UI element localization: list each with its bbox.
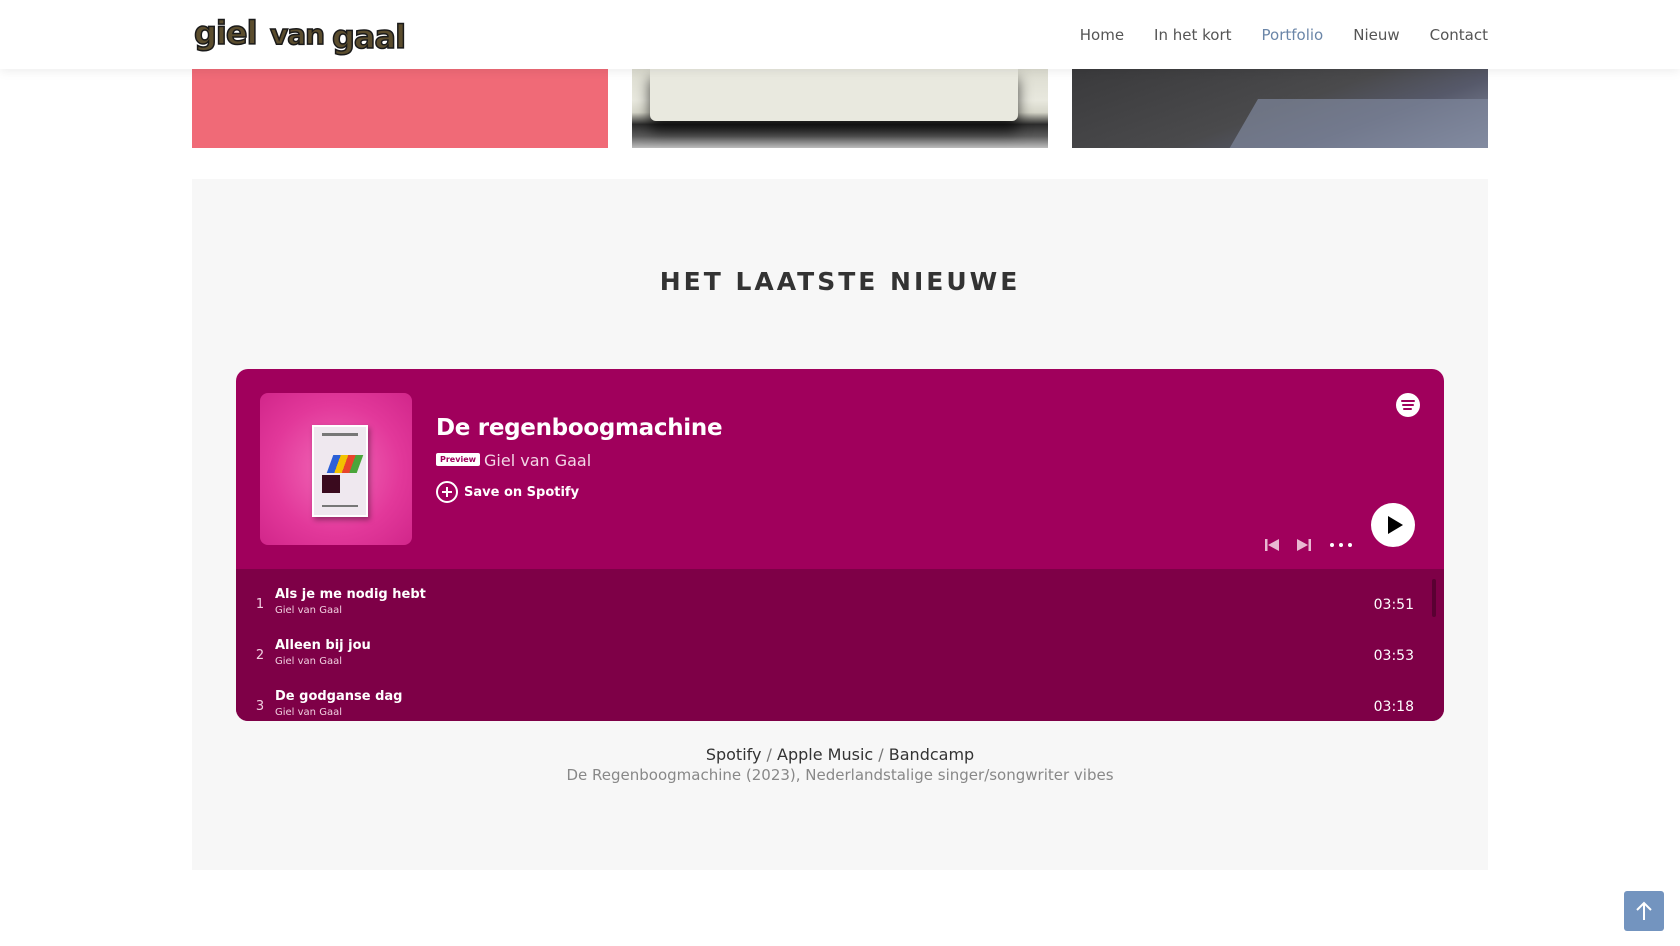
album-artist[interactable]: Giel van Gaal — [484, 451, 591, 470]
album-title[interactable]: De regenboogmachine — [436, 415, 723, 441]
track-row[interactable]: 1 Als je me nodig hebt Giel van Gaal 03:… — [236, 583, 1444, 633]
spotify-embed: De regenboogmachine Preview Giel van Gaa… — [236, 369, 1444, 721]
play-icon[interactable] — [1371, 503, 1415, 547]
site-logo[interactable]: giel van gaal — [192, 10, 407, 56]
streaming-links: Spotify / Apple Music / Bandcamp — [192, 745, 1488, 764]
portfolio-tile-2[interactable] — [632, 69, 1048, 148]
skip-back-icon[interactable] — [1264, 537, 1280, 553]
spotify-logo-icon[interactable] — [1396, 393, 1420, 417]
portfolio-tile-1[interactable] — [192, 69, 608, 148]
track-number: 3 — [255, 699, 265, 714]
nav-in-het-kort[interactable]: In het kort — [1154, 26, 1231, 44]
main-nav: Home In het kort Portfolio Nieuw Contact — [1080, 0, 1488, 69]
nav-portfolio[interactable]: Portfolio — [1262, 26, 1324, 44]
back-to-top-button[interactable] — [1624, 891, 1664, 931]
release-caption: De Regenboogmachine (2023), Nederlandsta… — [566, 766, 1114, 784]
track-number: 2 — [255, 648, 265, 663]
portfolio-tile-2-image — [650, 69, 1018, 121]
track-artist: Giel van Gaal — [275, 707, 342, 718]
link-separator: / — [878, 745, 884, 764]
track-list: 1 Als je me nodig hebt Giel van Gaal 03:… — [236, 569, 1444, 721]
track-artist: Giel van Gaal — [275, 656, 342, 667]
bandcamp-link[interactable]: Bandcamp — [889, 745, 974, 764]
portfolio-tile-3[interactable] — [1072, 69, 1488, 148]
track-name: Als je me nodig hebt — [275, 587, 426, 602]
nav-home[interactable]: Home — [1080, 26, 1124, 44]
site-header: giel van gaal Home In het kort Portfolio… — [0, 0, 1680, 69]
preview-badge: Preview — [436, 453, 481, 466]
cassette-image — [312, 425, 368, 517]
plus-circle-icon — [436, 481, 458, 503]
link-separator: / — [766, 745, 772, 764]
skip-forward-icon[interactable] — [1296, 537, 1312, 553]
section-title: HET LAATSTE NIEUWE — [659, 267, 1021, 296]
track-duration: 03:18 — [1373, 699, 1414, 715]
save-on-spotify-label: Save on Spotify — [464, 484, 580, 500]
track-duration: 03:51 — [1373, 597, 1414, 613]
apple-music-link[interactable]: Apple Music — [777, 745, 873, 764]
track-row[interactable]: 2 Alleen bij jou Giel van Gaal 03:53 — [236, 634, 1444, 684]
track-artist: Giel van Gaal — [275, 605, 342, 616]
track-name: De godganse dag — [275, 689, 403, 704]
arrow-up-icon — [1636, 901, 1652, 920]
nav-contact[interactable]: Contact — [1430, 26, 1488, 44]
track-duration: 03:53 — [1373, 648, 1414, 664]
portfolio-tile-3-image — [1206, 99, 1488, 148]
track-number: 1 — [255, 597, 265, 612]
save-on-spotify-button[interactable]: Save on Spotify — [436, 481, 579, 503]
svg-text:van: van — [270, 18, 324, 51]
latest-news-section: HET LAATSTE NIEUWE De regenboogmachine P… — [192, 179, 1488, 870]
more-dots-icon[interactable] — [1330, 543, 1352, 549]
track-row[interactable]: 3 De godganse dag Giel van Gaal 03:18 — [236, 685, 1444, 721]
album-cover[interactable] — [260, 393, 412, 545]
spotify-link[interactable]: Spotify — [706, 745, 762, 764]
svg-text:gaal: gaal — [332, 18, 405, 56]
nav-nieuw[interactable]: Nieuw — [1353, 26, 1399, 44]
track-name: Alleen bij jou — [275, 638, 371, 653]
svg-text:giel: giel — [194, 14, 257, 52]
